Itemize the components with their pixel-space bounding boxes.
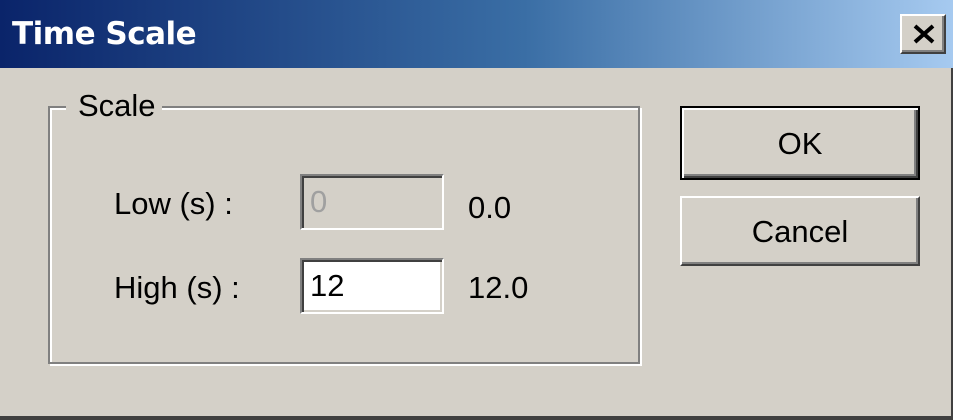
time-scale-dialog: Time Scale Scale Low (s) : 0.0 High (s) … xyxy=(0,0,953,420)
low-label: Low (s) : xyxy=(114,186,233,221)
high-input[interactable] xyxy=(300,258,444,314)
scale-group-label: Scale xyxy=(66,88,162,124)
ok-button[interactable]: OK xyxy=(680,106,920,180)
low-input xyxy=(300,174,444,230)
high-readout: 12.0 xyxy=(468,270,529,305)
low-readout: 0.0 xyxy=(468,190,512,225)
high-label: High (s) : xyxy=(114,270,240,305)
close-button[interactable] xyxy=(900,14,946,54)
scale-groupbox xyxy=(48,106,640,364)
window-title: Time Scale xyxy=(12,16,197,52)
title-bar[interactable]: Time Scale xyxy=(0,0,953,68)
cancel-button[interactable]: Cancel xyxy=(680,196,920,266)
